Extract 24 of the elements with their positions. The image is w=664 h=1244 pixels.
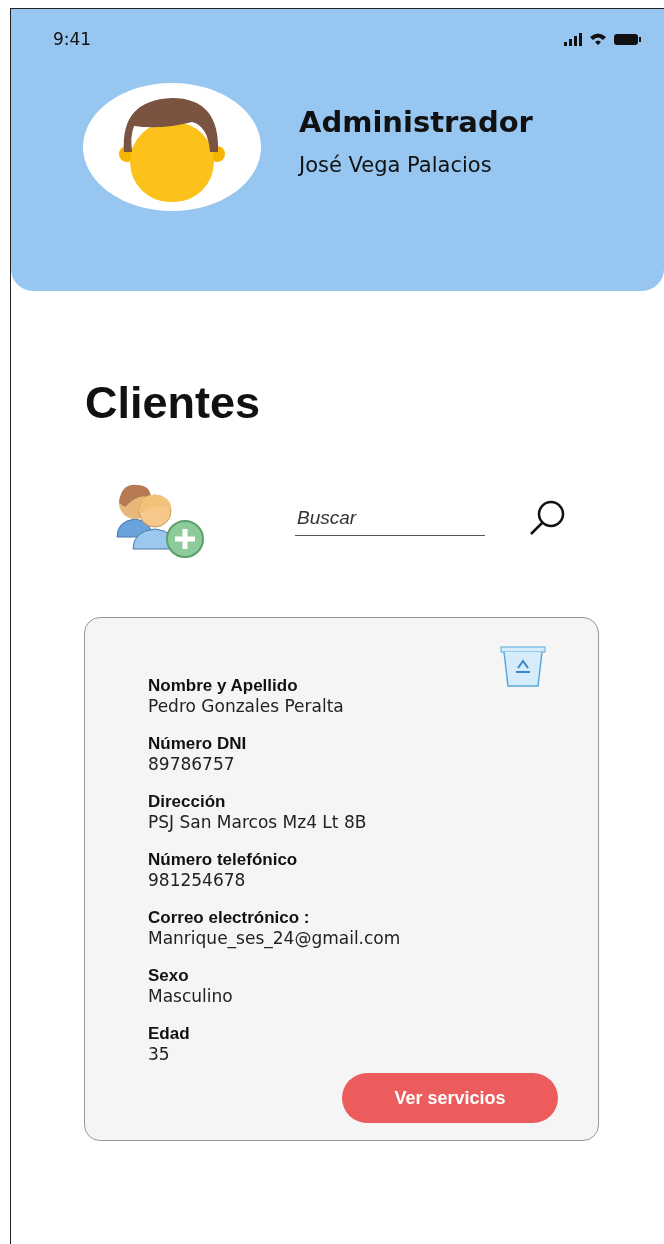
user-name: José Vega Palacios [299, 153, 493, 177]
field-value: 35 [148, 1044, 171, 1064]
field-label: Edad [148, 1024, 191, 1044]
field-label: Número DNI [148, 734, 248, 754]
field-label: Nombre y Apellido [148, 676, 299, 696]
field-value: 89786757 [148, 754, 236, 774]
field-value: Pedro Gonzales Peralta [148, 696, 345, 716]
field-label: Número telefónico [148, 850, 299, 870]
field-value: PSJ San Marcos Mz4 Lt 8B [148, 812, 368, 832]
field-label: Dirección [148, 792, 227, 812]
field-value: Masculino [148, 986, 234, 1006]
field-value: Manrique_ses_24@gmail.com [148, 928, 402, 948]
role-title: Administrador [299, 105, 533, 139]
signal-icon [564, 33, 582, 46]
page-title: Clientes [85, 377, 262, 429]
battery-icon [614, 34, 641, 45]
recycle-bin-icon[interactable] [500, 646, 546, 688]
field-label: Sexo [148, 966, 190, 986]
wifi-icon [590, 33, 606, 45]
status-time: 9:41 [53, 29, 92, 49]
field-label: Correo electrónico : [148, 908, 311, 928]
field-value: 981254678 [148, 870, 247, 890]
search-field[interactable]: Buscar [295, 500, 485, 536]
view-services-button[interactable]: Ver servicios [342, 1073, 558, 1123]
